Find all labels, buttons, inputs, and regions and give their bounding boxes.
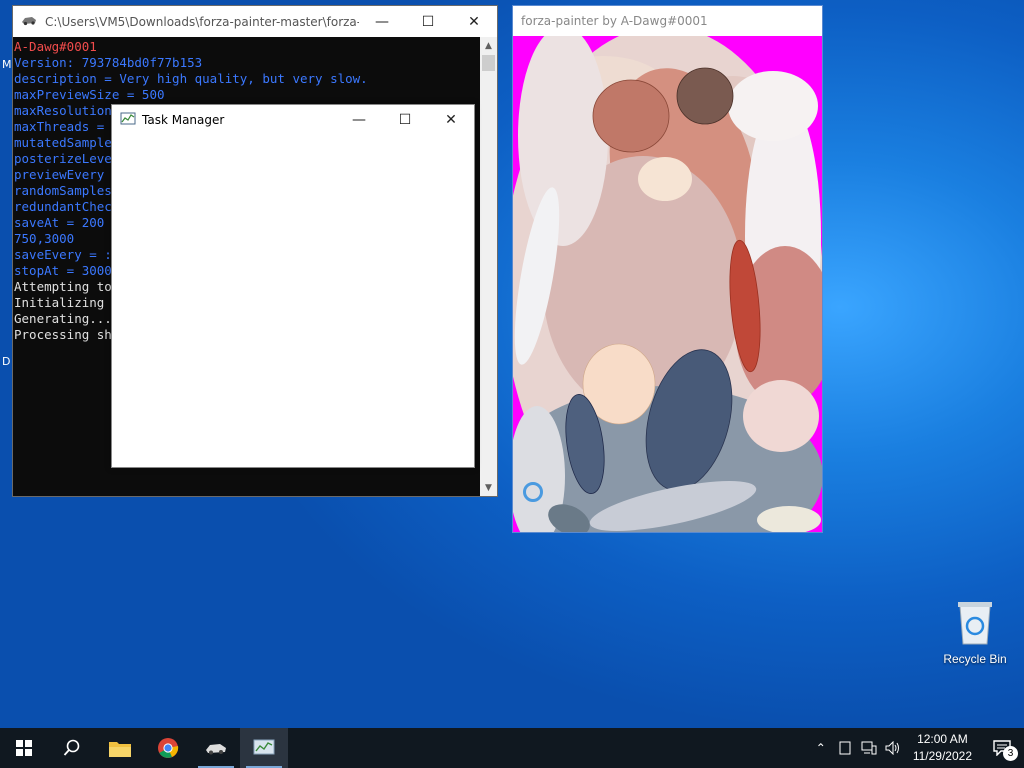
console-line: description = Very high quality, but ver… [14, 71, 368, 86]
start-icon [16, 740, 32, 756]
minimize-button[interactable]: — [336, 105, 382, 136]
chevron-up-icon[interactable]: ⌃ [809, 741, 833, 755]
clock-date: 11/29/2022 [912, 749, 972, 763]
task-manager-title: Task Manager [142, 113, 225, 127]
close-button[interactable]: ✕ [428, 105, 474, 136]
painter-title: forza-painter by A-Dawg#0001 [521, 14, 708, 28]
task-manager-taskbar-button[interactable] [240, 728, 288, 768]
painter-titlebar[interactable]: forza-painter by A-Dawg#0001 [513, 6, 822, 36]
paint-shape [757, 506, 821, 532]
console-app-icon [21, 14, 37, 29]
notification-badge: 3 [1003, 746, 1018, 761]
search-icon [63, 739, 80, 756]
scroll-down-icon[interactable]: ▼ [480, 479, 497, 496]
scroll-thumb[interactable] [482, 55, 495, 71]
minimize-button[interactable]: — [359, 6, 405, 37]
start-button[interactable] [0, 728, 48, 768]
file-explorer-button[interactable] [96, 728, 144, 768]
loading-cursor-icon [523, 482, 543, 502]
tablet-icon[interactable] [833, 741, 857, 755]
scroll-up-icon[interactable]: ▲ [480, 37, 497, 54]
notification-button[interactable]: 3 [980, 740, 1024, 761]
forza-painter-icon [206, 744, 226, 755]
task-manager-icon [253, 739, 275, 755]
task-manager-icon [120, 112, 136, 129]
desktop-stray-text: M [2, 58, 12, 71]
console-scrollbar[interactable]: ▲ ▼ [480, 37, 497, 496]
console-title: C:\Users\VM5\Downloads\forza-painter-mas… [45, 14, 359, 29]
chrome-icon [158, 738, 179, 758]
desktop-stray-text: D [2, 355, 11, 368]
recycle-bin[interactable]: Recycle Bin [940, 600, 1010, 666]
file-explorer-icon [109, 742, 131, 757]
recycle-bin-icon [940, 600, 1010, 649]
close-button[interactable]: ✕ [451, 6, 497, 37]
console-line: Version: 793784bd0f77b153 [14, 55, 203, 70]
clock[interactable]: 12:00 AM 11/29/2022 [905, 731, 980, 765]
network-icon[interactable] [857, 741, 881, 755]
volume-icon[interactable] [881, 741, 905, 755]
task-manager-window[interactable]: Task Manager — ☐ ✕ [111, 104, 475, 468]
console-titlebar[interactable]: C:\Users\VM5\Downloads\forza-painter-mas… [13, 6, 497, 37]
task-manager-titlebar[interactable]: Task Manager — ☐ ✕ [112, 105, 474, 135]
search-button[interactable] [48, 728, 96, 768]
paint-shape [638, 157, 692, 201]
paint-shape [728, 71, 818, 141]
forza-painter-taskbar-button[interactable] [192, 728, 240, 768]
console-line: A-Dawg#0001 [14, 39, 97, 54]
paint-shape [743, 380, 819, 452]
clock-time: 12:00 AM [917, 732, 968, 746]
maximize-button[interactable]: ☐ [405, 6, 451, 37]
recycle-bin-label: Recycle Bin [943, 652, 1007, 666]
painter-window[interactable]: forza-painter by A-Dawg#0001 [512, 5, 823, 533]
system-tray: ⌃ 12:00 AM 11/29/2022 3 [809, 728, 1024, 768]
maximize-button[interactable]: ☐ [382, 105, 428, 136]
painter-canvas [513, 36, 822, 532]
paint-shape [676, 67, 734, 125]
chrome-button[interactable] [144, 728, 192, 768]
taskbar: ⌃ 12:00 AM 11/29/2022 3 [0, 728, 1024, 768]
paint-shape [518, 36, 608, 246]
console-line: maxPreviewSize = 500 [14, 87, 165, 102]
paint-shape [592, 79, 670, 153]
